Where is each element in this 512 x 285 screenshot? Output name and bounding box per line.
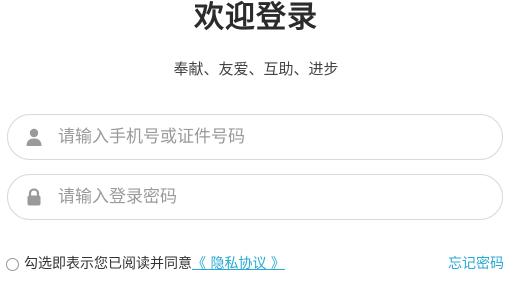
agreement-row: 勾选即表示您已阅读并同意 《 隐私协议 》 (6, 254, 285, 274)
password-field[interactable] (7, 174, 503, 220)
page-subtitle: 奉献、友爱、互助、进步 (173, 60, 339, 78)
user-icon (24, 127, 44, 147)
login-page: 欢迎登录 奉献、友爱、互助、进步 勾选即表示您已阅读并同意 《 隐私协议 》 忘… (0, 0, 512, 285)
privacy-policy-link[interactable]: 《 隐私协议 》 (192, 254, 285, 274)
agreement-radio[interactable] (6, 257, 19, 271)
agreement-text: 勾选即表示您已阅读并同意 (24, 256, 192, 272)
password-input[interactable] (58, 183, 488, 211)
phone-field[interactable] (7, 114, 503, 160)
lock-icon (24, 187, 44, 207)
phone-input[interactable] (58, 123, 488, 151)
page-title: 欢迎登录 (194, 0, 318, 35)
forgot-password-link[interactable]: 忘记密码 (448, 254, 504, 274)
